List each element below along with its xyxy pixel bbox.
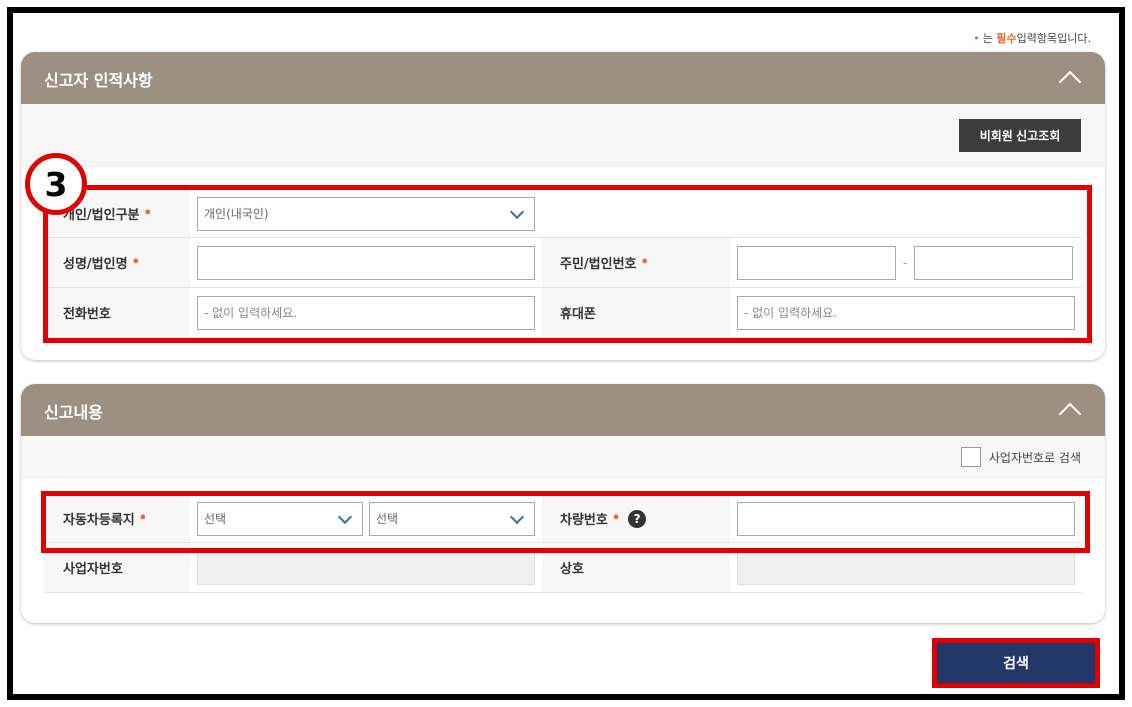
highlight-box-reporter-fields [43, 185, 1092, 343]
page-frame: • 는 필수입력항목입니다. 신고자 인적사항 비회원 신고조회 개인/법인구분 •… [7, 7, 1125, 700]
panel-title: 신고자 인적사항 [44, 71, 153, 90]
panel-header: 신고자 인적사항 [21, 52, 1105, 104]
business-number-input [197, 550, 535, 585]
business-number-search-checkbox[interactable]: 사업자번호로 검색 [960, 447, 1081, 467]
required-dot: • [973, 32, 980, 45]
company-name-input [737, 550, 1075, 585]
collapse-icon[interactable] [1057, 65, 1083, 91]
guest-report-lookup-button[interactable]: 비회원 신고조회 [959, 119, 1081, 152]
checkbox-icon[interactable] [960, 447, 981, 467]
required-fields-note: • 는 필수입력항목입니다. [973, 32, 1091, 45]
step-number-badge: 3 [25, 153, 87, 215]
highlight-box-vehicle-fields [41, 491, 1090, 553]
panel-header: 신고내용 [21, 384, 1105, 436]
panel-title: 신고내용 [44, 403, 103, 422]
panel-toolbar: 비회원 신고조회 [21, 104, 1105, 167]
panel-toolbar: 사업자번호로 검색 [21, 436, 1105, 478]
collapse-icon[interactable] [1057, 397, 1083, 423]
search-button[interactable]: 검색 [932, 638, 1100, 688]
